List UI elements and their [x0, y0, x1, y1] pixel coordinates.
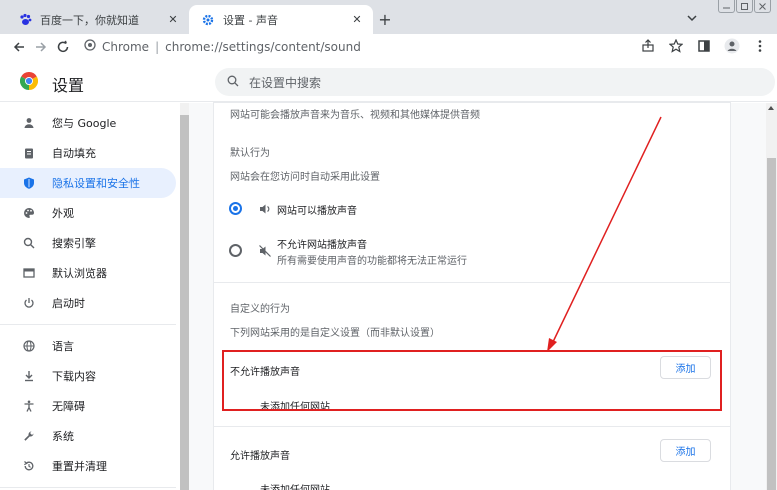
tab-title: 百度一下，你就知道 [40, 13, 139, 27]
back-arrow-icon[interactable] [8, 36, 30, 58]
site-label: Chrome [102, 39, 150, 54]
sidebar-item-accessibility[interactable]: 无障碍 [0, 391, 176, 421]
sidebar-item-search-engine[interactable]: 搜索引擎 [0, 228, 176, 258]
power-icon [22, 296, 36, 310]
clipboard-icon [22, 146, 36, 160]
sidebar-item-label: 默认浏览器 [52, 267, 107, 280]
section-divider [214, 282, 730, 283]
toolbar-actions [639, 37, 769, 55]
shield-icon [22, 176, 36, 190]
close-window-icon[interactable] [754, 0, 771, 13]
page-title: 设置 [52, 76, 85, 95]
custom-behavior-description: 下列网站采用的是自定义设置（而非默认设置） [230, 328, 440, 339]
section-divider [214, 426, 730, 427]
sidebar-item-label: 下载内容 [52, 370, 96, 383]
browser-toolbar: Chrome | chrome://settings/content/sound [0, 34, 777, 59]
tab-title: 设置 - 声音 [223, 13, 278, 27]
tab-strip: 百度一下，你就知道 ✕ 设置 - 声音 ✕ + [0, 0, 777, 34]
scroll-up-arrow-icon[interactable] [768, 106, 774, 110]
more-menu-icon[interactable] [751, 37, 769, 55]
chevron-down-icon[interactable] [684, 10, 700, 26]
sidebar-item-on-startup[interactable]: 启动时 [0, 288, 176, 318]
sidebar-item-label: 隐私设置和安全性 [52, 177, 140, 190]
search-icon [227, 75, 239, 90]
bookmark-star-icon[interactable] [667, 37, 685, 55]
sidebar-item-label: 语言 [52, 340, 74, 353]
sidebar-item-languages[interactable]: 语言 [0, 331, 176, 361]
allow-sound-section-title: 允许播放声音 [230, 451, 290, 462]
close-tab-icon[interactable]: ✕ [165, 12, 181, 28]
scrollbar-thumb[interactable] [767, 158, 776, 490]
sidebar-scrollbar[interactable] [180, 103, 189, 490]
add-allowed-site-button[interactable]: 添加 [660, 439, 711, 462]
sidebar-item-label: 重置并清理 [52, 460, 107, 473]
default-behavior-heading: 默认行为 [230, 148, 270, 159]
browser-icon [22, 266, 36, 280]
chrome-site-icon [84, 39, 96, 54]
baidu-paw-icon [18, 13, 32, 27]
accessibility-icon [22, 399, 36, 413]
wrench-icon [22, 429, 36, 443]
forward-arrow-icon[interactable] [30, 36, 52, 58]
download-icon [22, 369, 36, 383]
tab-settings-sound[interactable]: 设置 - 声音 ✕ [189, 5, 373, 34]
sidebar-item-privacy-security[interactable]: 隐私设置和安全性 [0, 168, 176, 198]
sidebar-item-label: 系统 [52, 430, 74, 443]
sidebar-item-you-and-google[interactable]: 您与 Google [0, 108, 176, 138]
volume-off-icon [258, 244, 272, 258]
chrome-logo-icon [19, 71, 39, 90]
reload-icon[interactable] [52, 36, 74, 58]
sound-settings-card [214, 103, 730, 490]
default-behavior-description: 网站会在您访问时自动采用此设置 [230, 172, 380, 183]
reset-icon [22, 459, 36, 473]
sidebar-item-label: 启动时 [52, 297, 85, 310]
minimize-icon[interactable] [718, 0, 735, 13]
settings-header: 设置 在设置中搜索 [0, 60, 777, 102]
sidebar-item-label: 无障碍 [52, 400, 85, 413]
highlight-box [222, 350, 722, 411]
intro-text: 网站可能会播放声音来为音乐、视频和其他媒体提供音频 [230, 110, 480, 121]
maximize-icon[interactable] [736, 0, 753, 13]
volume-up-icon [258, 202, 272, 216]
custom-behavior-heading: 自定义的行为 [230, 304, 290, 315]
new-tab-button[interactable]: + [376, 10, 394, 29]
sidebar-item-autofill[interactable]: 自动填充 [0, 138, 176, 168]
main-scrollbar[interactable] [766, 103, 777, 490]
sidebar-item-label: 您与 Google [52, 117, 117, 130]
sidebar-divider [0, 324, 176, 325]
option-allow-label[interactable]: 网站可以播放声音 [277, 202, 357, 217]
sidebar-item-reset[interactable]: 重置并清理 [0, 451, 176, 481]
settings-gear-icon [201, 13, 215, 27]
allow-list-empty-text: 未添加任何网站 [260, 481, 330, 490]
address-bar[interactable]: Chrome | chrome://settings/content/sound [84, 34, 698, 59]
radio-allow-sound[interactable] [229, 202, 242, 215]
url-text[interactable]: chrome://settings/content/sound [165, 40, 361, 54]
scrollbar-thumb[interactable] [180, 115, 189, 490]
share-icon[interactable] [639, 37, 657, 55]
settings-sidebar: 您与 Google 自动填充 隐私设置和安全性 外观 搜索引擎 默认浏览器 启动… [0, 103, 180, 490]
sidebar-divider [0, 487, 176, 488]
globe-icon [22, 339, 36, 353]
sidebar-item-label: 自动填充 [52, 147, 96, 160]
person-icon [22, 116, 36, 130]
sidebar-item-label: 外观 [52, 207, 74, 220]
sidebar-item-default-browser[interactable]: 默认浏览器 [0, 258, 176, 288]
sidebar-item-appearance[interactable]: 外观 [0, 198, 176, 228]
sidebar-item-downloads[interactable]: 下载内容 [0, 361, 176, 391]
window-controls [717, 0, 771, 13]
omnibox-separator: | [155, 39, 160, 54]
close-tab-icon[interactable]: ✕ [349, 12, 365, 28]
side-panel-icon[interactable] [695, 37, 713, 55]
option-block-description: 所有需要使用声音的功能都将无法正常运行 [277, 256, 467, 267]
sidebar-item-system[interactable]: 系统 [0, 421, 176, 451]
palette-icon [22, 206, 36, 220]
tab-baidu[interactable]: 百度一下，你就知道 ✕ [6, 5, 189, 34]
profile-avatar-icon[interactable] [723, 37, 741, 55]
settings-search-input[interactable]: 在设置中搜索 [215, 68, 775, 96]
search-placeholder: 在设置中搜索 [249, 75, 322, 90]
radio-block-sound[interactable] [229, 244, 242, 257]
option-block-label[interactable]: 不允许网站播放声音 [277, 236, 367, 251]
sidebar-item-label: 搜索引擎 [52, 237, 96, 250]
search-icon [22, 236, 36, 250]
